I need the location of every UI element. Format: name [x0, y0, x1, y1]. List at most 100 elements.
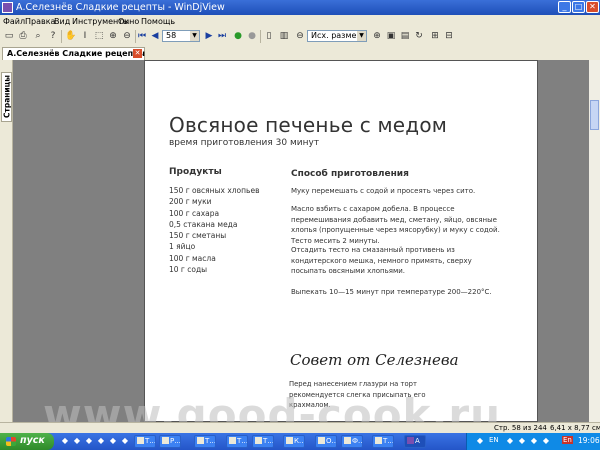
start-button[interactable]: пуск — [0, 433, 54, 450]
tray-icon[interactable]: ◆ — [541, 436, 551, 446]
menu-help[interactable]: Помощь — [141, 16, 175, 27]
select-area-icon[interactable]: ⬚ — [93, 30, 105, 42]
forward-icon[interactable]: ● — [246, 30, 258, 42]
prev-page-icon[interactable]: ◀ — [149, 30, 161, 42]
menu-bar: Файл Правка Вид Инструменты Окно Помощь — [0, 15, 600, 28]
document-page: Овсяное печенье с медом время приготовле… — [144, 60, 538, 422]
ingredient-item: 0,5 стакана меда — [169, 219, 238, 229]
hand-tool-icon[interactable]: ✋ — [65, 30, 77, 42]
menu-edit[interactable]: Правка — [25, 16, 55, 27]
ingredient-item: 150 г сметаны — [169, 231, 227, 241]
taskbar-button[interactable]: О... — [315, 435, 337, 448]
ingredient-item: 10 г соды — [169, 265, 208, 275]
taskbar-button[interactable]: Т... — [372, 435, 394, 448]
menu-view[interactable]: Вид — [54, 16, 70, 27]
continuous-icon[interactable]: ▥ — [278, 30, 290, 42]
ingredient-item: 1 яйцо — [169, 242, 196, 252]
tray-icon[interactable]: ◆ — [517, 436, 527, 446]
cooking-time: время приготовления 30 минут — [169, 138, 320, 148]
close-window-button[interactable]: ✕ — [586, 1, 599, 13]
document-tab[interactable]: А.Селезнёв Сладкие рецепты ✕ — [2, 47, 145, 60]
tray-icon[interactable]: ◆ — [505, 436, 515, 446]
minimize-button[interactable]: _ — [558, 1, 571, 13]
quicklaunch-icon[interactable]: ◆ — [60, 436, 70, 446]
display-mode-icon[interactable]: ⊟ — [443, 30, 455, 42]
tab-strip: А.Селезнёв Сладкие рецепты ✕ — [0, 46, 600, 60]
print-icon[interactable]: ⎙ — [17, 30, 29, 42]
maximize-button[interactable]: □ — [572, 1, 585, 13]
open-icon[interactable]: ▭ — [3, 30, 15, 42]
menu-file[interactable]: Файл — [3, 16, 25, 27]
taskbar-button[interactable]: Т... — [134, 435, 156, 448]
zoom-out-rect-icon[interactable]: ⊖ — [121, 30, 133, 42]
taskbar-button[interactable]: Р... — [159, 435, 181, 448]
zoom-select[interactable]: Исх. размер ▼ — [307, 30, 367, 42]
status-page-info: Стр. 58 из 244 — [494, 424, 547, 432]
select-text-icon[interactable]: I — [79, 30, 91, 42]
document-viewer[interactable]: Овсяное печенье с медом время приготовле… — [13, 60, 589, 422]
quicklaunch-icon[interactable]: ◆ — [108, 436, 118, 446]
method-step: Отсадить тесто на смазанный противень из… — [291, 246, 472, 275]
tray-icon[interactable]: ◆ — [529, 436, 539, 446]
taskbar-button[interactable]: Ф... — [341, 435, 363, 448]
last-page-icon[interactable]: ⏭ — [216, 30, 228, 42]
products-heading: Продукты — [169, 167, 222, 177]
zoom-in-rect-icon[interactable]: ⊕ — [107, 30, 119, 42]
method-step: Муку перемешать с содой и просеять через… — [291, 187, 476, 195]
taskbar-button[interactable]: Т... — [194, 435, 216, 448]
start-label: пуск — [20, 435, 45, 446]
fit-width-icon[interactable]: ▤ — [399, 30, 411, 42]
quicklaunch-icon[interactable]: ◆ — [96, 436, 106, 446]
pages-panel-label: Страницы — [2, 74, 12, 119]
single-page-icon[interactable]: ▯ — [263, 30, 275, 42]
menu-window[interactable]: Окно — [118, 16, 139, 27]
rotate-icon[interactable]: ↻ — [413, 30, 425, 42]
system-tray: ◆ EN ◆ ◆ ◆ ◆ En 19:06 — [466, 433, 600, 450]
back-icon[interactable]: ● — [232, 30, 244, 42]
language-indicator[interactable]: EN — [489, 436, 499, 444]
vertical-scrollbar[interactable] — [589, 60, 600, 422]
zoom-in-icon[interactable]: ⊕ — [371, 30, 383, 42]
page-number-select[interactable]: 58 ▼ — [162, 30, 200, 42]
app-icon — [2, 2, 13, 13]
taskbar-button[interactable]: Т... — [252, 435, 274, 448]
taskbar: пуск ◆ ◆ ◆ ◆ ◆ ◆ Т... Р... Т... Т... Т..… — [0, 433, 600, 450]
help-icon[interactable]: ? — [47, 30, 59, 42]
taskbar-button[interactable]: К... — [283, 435, 305, 448]
find-icon[interactable]: ⌕ — [32, 30, 44, 42]
pages-panel-tab[interactable]: Страницы — [1, 72, 12, 122]
advice-title: Совет от Селезнева — [290, 351, 459, 369]
windows-logo-icon — [6, 437, 16, 446]
zoom-out-icon[interactable]: ⊖ — [294, 30, 306, 42]
page-number-value: 58 — [166, 31, 177, 40]
ingredient-item: 150 г овсяных хлопьев — [169, 186, 260, 195]
quicklaunch-icon[interactable]: ◆ — [72, 436, 82, 446]
status-page-size: 6,41 x 8,77 см — [550, 424, 600, 432]
quicklaunch-icon[interactable]: ◆ — [120, 436, 130, 446]
layout-icon[interactable]: ⊞ — [429, 30, 441, 42]
zoom-value: Исх. размер — [311, 31, 362, 40]
recipe-title: Овсяное печенье с медом — [169, 113, 448, 137]
chevron-down-icon: ▼ — [357, 31, 366, 41]
advice-text: Перед нанесением глазури на торт рекомен… — [289, 380, 426, 409]
side-panel-strip: Страницы — [0, 60, 13, 422]
status-bar: Стр. 58 из 244 6,41 x 8,77 см — [0, 422, 600, 433]
language-bar-indicator[interactable]: En — [562, 436, 573, 444]
tray-icon[interactable]: ◆ — [475, 436, 485, 446]
fit-page-icon[interactable]: ▣ — [385, 30, 397, 42]
toolbar: ▭ ⎙ ⌕ ? ✋ I ⬚ ⊕ ⊖ ⏮ ◀ 58 ▼ ▶ ⏭ ● ● ▯ ▥ ⊖… — [0, 28, 600, 47]
chevron-down-icon: ▼ — [190, 31, 199, 41]
next-page-icon[interactable]: ▶ — [203, 30, 215, 42]
scrollbar-thumb[interactable] — [590, 100, 599, 130]
clock: 19:06 — [578, 436, 600, 445]
ingredient-item: 100 г сахара — [169, 208, 220, 218]
method-step: Выпекать 10—15 минут при температуре 200… — [291, 288, 492, 296]
first-page-icon[interactable]: ⏮ — [136, 30, 148, 42]
close-tab-icon[interactable]: ✕ — [133, 49, 142, 58]
ingredient-item: 200 г муки — [169, 197, 212, 207]
taskbar-button-active[interactable]: А — [404, 435, 426, 448]
taskbar-button[interactable]: Т... — [226, 435, 248, 448]
ingredient-item: 100 г масла — [169, 253, 216, 263]
quicklaunch-icon[interactable]: ◆ — [84, 436, 94, 446]
title-bar: А.Селезнёв Сладкие рецепты - WinDjView _… — [0, 0, 600, 15]
